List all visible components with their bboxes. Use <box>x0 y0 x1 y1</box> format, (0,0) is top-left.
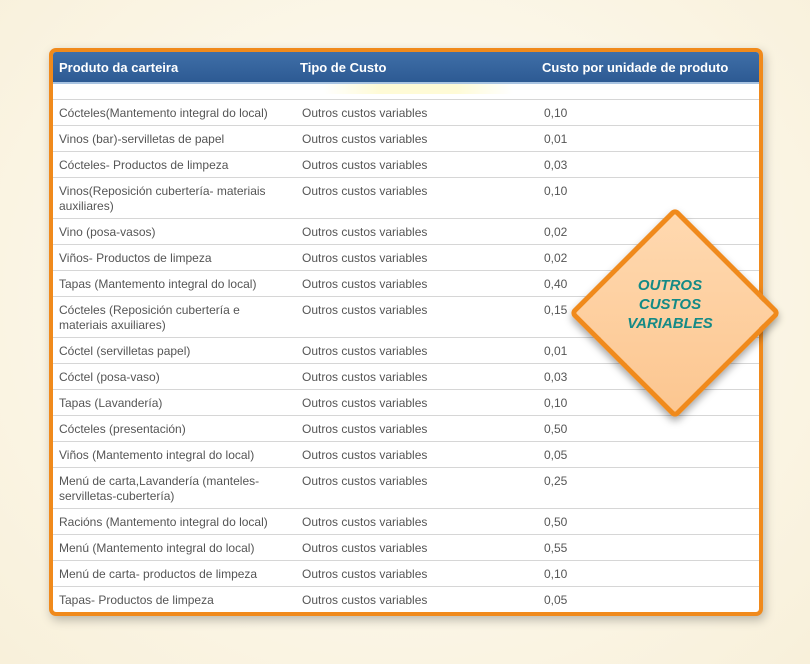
badge-line: OUTROS <box>637 277 703 294</box>
category-badge-label: OUTROS CUSTOS VARIABLES <box>600 276 740 333</box>
table-row: Cócteles (presentación) Outros custos var… <box>53 416 759 442</box>
cell-unit-cost: 0,25 <box>544 474 568 488</box>
cell-product: Vinos (bar)-servilletas de papel <box>59 132 225 146</box>
column-header-unit-cost: Custo por unidade de produto <box>542 60 729 75</box>
column-header-cost-type: Tipo de Custo <box>300 60 387 75</box>
cell-unit-cost: 0,50 <box>544 422 568 436</box>
table-row: Racións (Mantemento integral do local) Ou… <box>53 509 759 535</box>
cell-product: Cóctel (posa-vaso) <box>59 370 160 384</box>
cell-cost-type: Outros custos variables <box>302 370 428 384</box>
cell-cost-type: Outros custos variables <box>302 422 428 436</box>
cell-product: Vino (posa-vasos) <box>59 225 156 239</box>
cell-unit-cost: 0,02 <box>544 225 568 239</box>
cell-cost-type: Outros custos variables <box>302 474 428 488</box>
cell-product: Tapas (Mantemento integral do local) <box>59 277 257 291</box>
cell-product: Viños (Mantemento integral do local) <box>59 448 255 462</box>
table-row: Menú (Mantemento integral do local) Outro… <box>53 535 759 561</box>
cell-cost-type: Outros custos variables <box>302 541 428 555</box>
cell-unit-cost: 0,03 <box>544 370 568 384</box>
cell-unit-cost: 0,01 <box>544 132 568 146</box>
cell-unit-cost: 0,55 <box>544 541 568 555</box>
table-row: Viños (Mantemento integral do local) Outr… <box>53 442 759 468</box>
table-row: Vinos (bar)-servilletas de papel Outros c… <box>53 126 759 152</box>
cell-unit-cost: 0,40 <box>544 277 568 291</box>
cell-product: Menú de carta- productos de limpeza <box>59 567 258 581</box>
cell-cost-type: Outros custos variables <box>302 158 428 172</box>
cell-cost-type: Outros custos variables <box>302 184 428 198</box>
cell-cost-type: Outros custos variables <box>302 303 428 317</box>
cell-product: Menú (Mantemento integral do local) <box>59 541 255 555</box>
cell-product: Viños- Productos de limpeza <box>59 251 212 265</box>
cell-cost-type: Outros custos variables <box>302 396 428 410</box>
cell-unit-cost: 0,05 <box>544 448 568 462</box>
cell-unit-cost: 0,10 <box>544 567 568 581</box>
cell-unit-cost: 0,50 <box>544 515 568 529</box>
cell-cost-type: Outros custos variables <box>302 106 428 120</box>
cell-cost-type: Outros custos variables <box>302 515 428 529</box>
badge-line: VARIABLES <box>627 315 713 332</box>
cell-product: Tapas (Lavandería) <box>59 396 163 410</box>
cell-unit-cost: 0,01 <box>544 344 568 358</box>
badge-line: CUSTOS <box>638 296 702 313</box>
cell-product: Cócteles (presentación) <box>59 422 186 436</box>
cell-product: Cócteles (Reposición cubertería e materi… <box>59 303 240 332</box>
table-header: Produto da carteira Tipo de Custo Custo … <box>53 52 759 84</box>
cell-product: Menú de carta,Lavandería (manteles-servi… <box>59 474 260 503</box>
cell-cost-type: Outros custos variables <box>302 567 428 581</box>
cell-cost-type: Outros custos variables <box>302 448 428 462</box>
table-row: Menú de carta,Lavandería (manteles-servi… <box>53 468 759 509</box>
table-row: Tapas- Productos de limpeza Outros custos… <box>53 587 759 612</box>
cell-cost-type: Outros custos variables <box>302 344 428 358</box>
cell-cost-type: Outros custos variables <box>302 277 428 291</box>
cell-unit-cost: 0,10 <box>544 106 568 120</box>
table-row: Cócteles(Mantemento integral do local) Ou… <box>53 100 759 126</box>
cell-cost-type: Outros custos variables <box>302 593 428 607</box>
cell-unit-cost: 0,10 <box>544 396 568 410</box>
cell-unit-cost: 0,02 <box>544 251 568 265</box>
cell-cost-type: Outros custos variables <box>302 251 428 265</box>
table-row: Menú de carta- productos de limpeza Outro… <box>53 561 759 587</box>
cell-unit-cost: 0,10 <box>544 184 568 198</box>
cell-product: Cócteles(Mantemento integral do local) <box>59 106 268 120</box>
column-header-product: Produto da carteira <box>59 60 179 75</box>
cell-unit-cost: 0,15 <box>544 303 568 317</box>
cell-product: Cócteles- Productos de limpeza <box>59 158 229 172</box>
table-row: Vinos(Reposición cubertería- materiais a… <box>53 178 759 219</box>
cell-unit-cost: 0,05 <box>544 593 568 607</box>
cell-cost-type: Outros custos variables <box>302 225 428 239</box>
cell-cost-type: Outros custos variables <box>302 132 428 146</box>
cell-product: Cóctel (servilletas papel) <box>59 344 191 358</box>
cell-product: Vinos(Reposición cubertería- materiais a… <box>59 184 266 213</box>
cell-product: Tapas- Productos de limpeza <box>59 593 214 607</box>
cell-product: Racións (Mantemento integral do local) <box>59 515 268 529</box>
table-spacer-row <box>53 84 759 100</box>
cell-unit-cost: 0,03 <box>544 158 568 172</box>
table-row: Cócteles- Productos de limpeza Outros cus… <box>53 152 759 178</box>
